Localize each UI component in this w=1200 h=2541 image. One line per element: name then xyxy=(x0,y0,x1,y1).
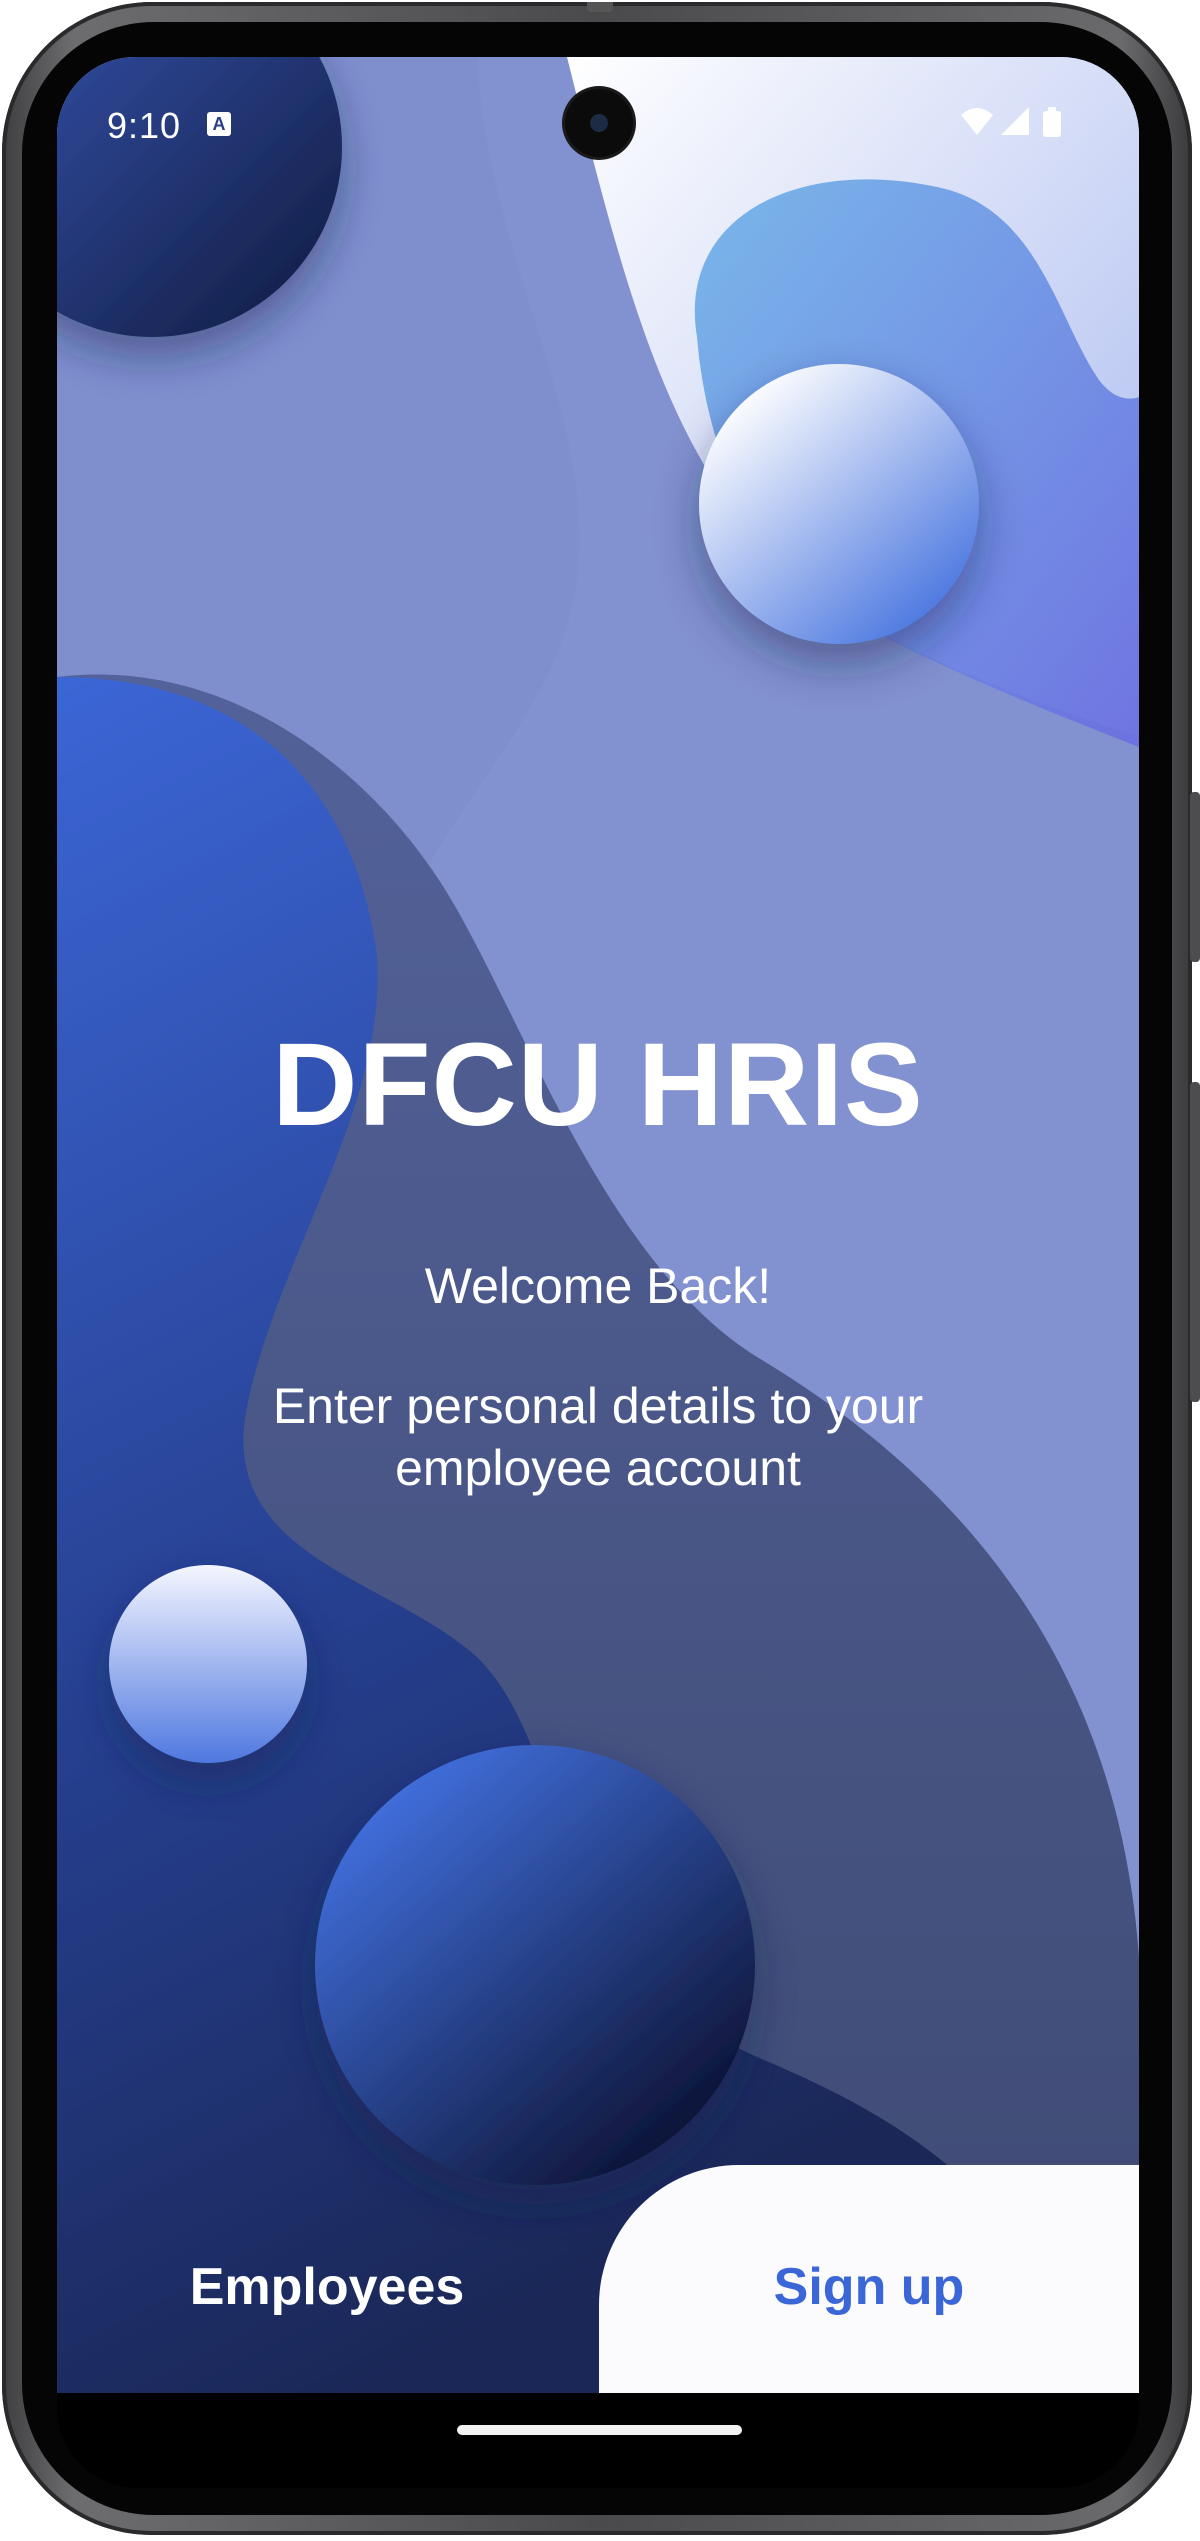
subtitle-text: Enter personal details to your employee … xyxy=(272,1378,924,1496)
battery-icon xyxy=(1043,107,1061,137)
home-indicator[interactable] xyxy=(457,2425,742,2435)
status-time: 9:10 xyxy=(107,105,182,146)
tab-sign-up[interactable]: Sign up xyxy=(599,2165,1139,2393)
background-art xyxy=(57,57,1139,2393)
top-sensor xyxy=(587,2,613,12)
status-icons xyxy=(961,107,1061,137)
wifi-icon xyxy=(961,108,993,135)
sign-up-label: Sign up xyxy=(773,2258,965,2316)
app-title: DFCU HRIS xyxy=(272,1019,924,1151)
app-screen: 9:10 A DFCU HRIS Welcome Back! Enter per… xyxy=(57,57,1139,2393)
tab-employees[interactable]: Employees xyxy=(157,2257,497,2317)
accessibility-a-icon: A xyxy=(207,112,231,136)
navigation-bar xyxy=(57,2393,1139,2488)
cellular-signal-icon xyxy=(1001,107,1029,135)
front-camera xyxy=(565,89,633,157)
power-button xyxy=(1190,792,1200,962)
volume-button xyxy=(1190,1082,1200,1402)
welcome-text: Welcome Back! xyxy=(424,1258,772,1314)
status-bar: 9:10 A xyxy=(57,57,1139,197)
